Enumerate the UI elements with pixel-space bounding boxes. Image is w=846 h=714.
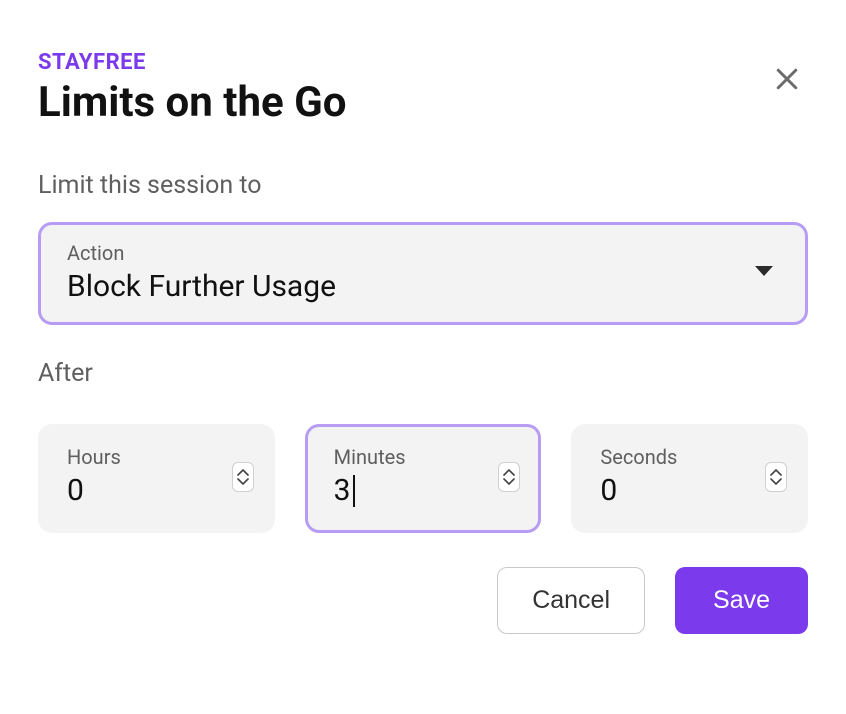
dialog-title: Limits on the Go bbox=[38, 79, 346, 127]
chevron-down-icon bbox=[237, 477, 249, 485]
minutes-spin-buttons[interactable] bbox=[498, 462, 520, 492]
hours-label: Hours bbox=[67, 445, 121, 469]
after-label: After bbox=[38, 359, 808, 388]
dialog-actions: Cancel Save bbox=[38, 567, 808, 634]
chevron-down-icon bbox=[503, 477, 515, 485]
close-icon bbox=[772, 64, 802, 94]
minutes-label: Minutes bbox=[334, 445, 406, 469]
chevron-down-icon bbox=[753, 263, 775, 282]
chevron-up-icon bbox=[770, 469, 782, 477]
seconds-stepper[interactable]: Seconds 0 bbox=[571, 424, 808, 533]
text-cursor bbox=[353, 475, 355, 507]
minutes-value: 3 bbox=[334, 473, 406, 508]
dialog-header: STAYFREE Limits on the Go bbox=[38, 50, 808, 127]
minutes-value-text: 3 bbox=[334, 473, 351, 508]
action-select[interactable]: Action Block Further Usage bbox=[38, 222, 808, 325]
hours-stepper[interactable]: Hours 0 bbox=[38, 424, 275, 533]
header-text: STAYFREE Limits on the Go bbox=[38, 50, 346, 127]
action-select-label: Action bbox=[67, 241, 336, 265]
chevron-up-icon bbox=[503, 469, 515, 477]
action-select-text: Action Block Further Usage bbox=[67, 241, 336, 304]
chevron-down-icon bbox=[770, 477, 782, 485]
brand-label: STAYFREE bbox=[38, 50, 346, 75]
seconds-value: 0 bbox=[600, 473, 677, 508]
cancel-button[interactable]: Cancel bbox=[497, 567, 645, 634]
seconds-spin-buttons[interactable] bbox=[765, 462, 787, 492]
time-row: Hours 0 Minutes 3 bbox=[38, 424, 808, 533]
close-button[interactable] bbox=[766, 58, 808, 100]
save-button[interactable]: Save bbox=[675, 567, 808, 634]
hours-value: 0 bbox=[67, 473, 121, 508]
chevron-up-icon bbox=[237, 469, 249, 477]
minutes-stepper[interactable]: Minutes 3 bbox=[305, 424, 542, 533]
session-label: Limit this session to bbox=[38, 171, 808, 200]
hours-spin-buttons[interactable] bbox=[232, 462, 254, 492]
seconds-label: Seconds bbox=[600, 445, 677, 469]
action-select-value: Block Further Usage bbox=[67, 269, 336, 304]
